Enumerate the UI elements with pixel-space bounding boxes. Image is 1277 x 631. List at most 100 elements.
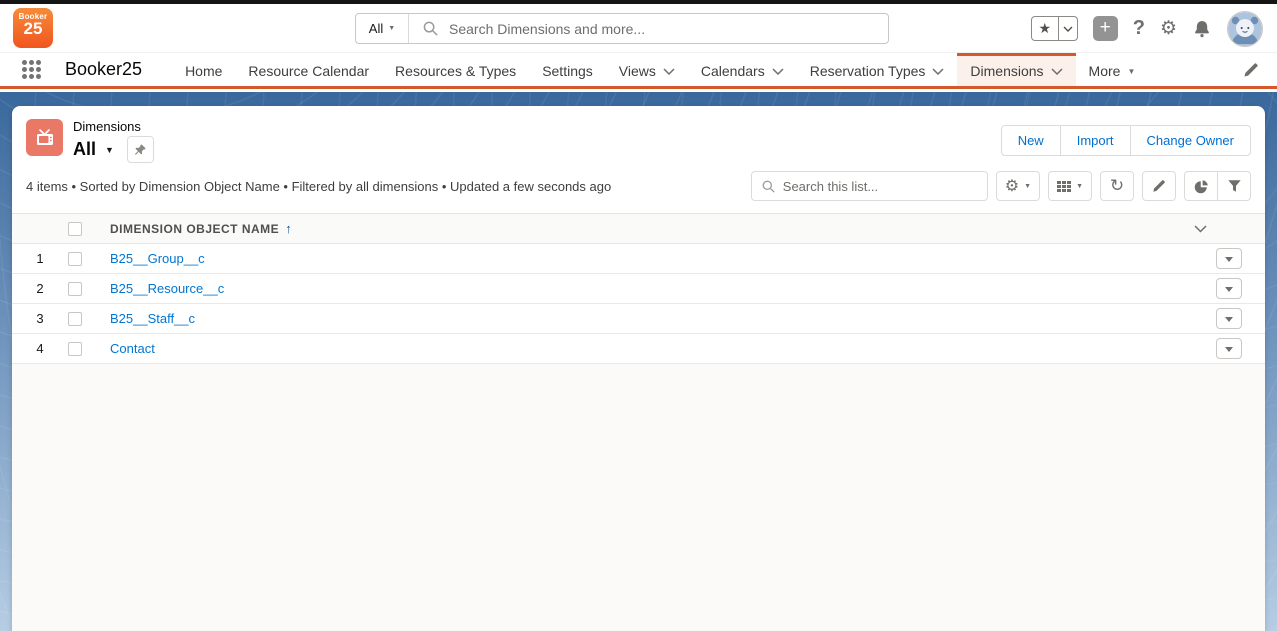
sort-ascending-icon: ↑ bbox=[285, 221, 292, 236]
favorites-chevron-icon[interactable] bbox=[1059, 17, 1077, 40]
caret-down-icon bbox=[1225, 257, 1233, 266]
pin-list-view-button[interactable] bbox=[127, 136, 154, 163]
page-background: Dimensions All ▼ New Import Chang bbox=[0, 92, 1277, 631]
row-actions-button[interactable] bbox=[1216, 248, 1242, 269]
tab-label: Settings bbox=[542, 63, 593, 79]
table-grid-icon bbox=[1057, 181, 1071, 192]
tab-more[interactable]: More ▼ bbox=[1076, 53, 1149, 86]
caret-down-icon: ▼ bbox=[1024, 183, 1031, 190]
tab-reservation-types[interactable]: Reservation Types bbox=[797, 53, 958, 86]
new-button[interactable]: New bbox=[1001, 125, 1061, 156]
refresh-icon: ↻ bbox=[1110, 176, 1124, 196]
select-all-checkbox[interactable] bbox=[68, 222, 82, 236]
filter-button[interactable] bbox=[1217, 171, 1251, 201]
global-search-input[interactable] bbox=[449, 21, 888, 37]
booker25-logo: Booker 25 bbox=[13, 8, 53, 48]
tab-home[interactable]: Home bbox=[172, 53, 235, 86]
show-charts-button[interactable] bbox=[1184, 171, 1218, 201]
row-number: 4 bbox=[12, 341, 68, 356]
list-view-card: Dimensions All ▼ New Import Chang bbox=[12, 106, 1265, 631]
dimension-link[interactable]: B25__Staff__c bbox=[110, 311, 195, 326]
tab-resources-types[interactable]: Resources & Types bbox=[382, 53, 529, 86]
row-checkbox[interactable] bbox=[68, 312, 82, 326]
row-checkbox[interactable] bbox=[68, 282, 82, 296]
row-number: 3 bbox=[12, 311, 68, 326]
import-button[interactable]: Import bbox=[1060, 125, 1131, 156]
dimension-link[interactable]: B25__Resource__c bbox=[110, 281, 224, 296]
nav-tabs: Home Resource Calendar Resources & Types… bbox=[172, 53, 1148, 86]
row-actions-button[interactable] bbox=[1216, 308, 1242, 329]
global-header: Booker 25 All ▼ ★ + ? ⚙ bbox=[0, 4, 1277, 53]
list-status-line: 4 items • Sorted by Dimension Object Nam… bbox=[26, 179, 611, 194]
search-scope-dropdown[interactable]: All ▼ bbox=[356, 14, 409, 43]
header-utilities: ★ + ? ⚙ bbox=[1031, 4, 1263, 53]
title-block: Dimensions All ▼ bbox=[73, 119, 154, 163]
refresh-button[interactable]: ↻ bbox=[1100, 171, 1134, 201]
search-icon bbox=[423, 21, 438, 36]
tab-label: Resources & Types bbox=[395, 63, 516, 79]
app-launcher-icon[interactable] bbox=[22, 60, 41, 79]
tab-dimensions[interactable]: Dimensions bbox=[957, 53, 1075, 86]
row-checkbox[interactable] bbox=[68, 252, 82, 266]
notifications-bell-icon[interactable] bbox=[1192, 19, 1212, 39]
caret-down-icon: ▼ bbox=[1076, 183, 1083, 190]
table-row: 1 B25__Group__c bbox=[12, 244, 1265, 274]
list-controls: ⚙ ▼ ▼ ↻ bbox=[751, 171, 1251, 201]
row-checkbox[interactable] bbox=[68, 342, 82, 356]
table-row: 3 B25__Staff__c bbox=[12, 304, 1265, 334]
column-header-label[interactable]: Dimension Object Name bbox=[110, 222, 279, 236]
pin-icon bbox=[133, 143, 147, 157]
filter-funnel-icon bbox=[1227, 179, 1242, 193]
list-view-header: Dimensions All ▼ New Import Chang bbox=[12, 106, 1265, 169]
object-label: Dimensions bbox=[73, 119, 154, 135]
help-icon[interactable]: ? bbox=[1133, 17, 1145, 40]
app-nav-bar: Booker25 Home Resource Calendar Resource… bbox=[0, 53, 1277, 89]
caret-down-icon: ▼ bbox=[1127, 67, 1135, 76]
dimensions-object-icon bbox=[26, 119, 63, 156]
search-icon bbox=[762, 180, 775, 193]
chevron-down-icon[interactable] bbox=[932, 68, 944, 75]
user-avatar[interactable] bbox=[1227, 11, 1263, 47]
chevron-down-icon[interactable] bbox=[772, 68, 784, 75]
tab-label: Dimensions bbox=[970, 63, 1043, 79]
row-actions-button[interactable] bbox=[1216, 338, 1242, 359]
select-all-cell bbox=[68, 222, 102, 236]
row-number: 2 bbox=[12, 281, 68, 296]
edit-nav-pencil-icon[interactable] bbox=[1243, 62, 1259, 78]
view-selector-caret-icon[interactable]: ▼ bbox=[105, 145, 114, 155]
column-actions-chevron-icon[interactable] bbox=[1194, 225, 1207, 233]
chevron-down-icon[interactable] bbox=[663, 68, 675, 75]
list-action-buttons: New Import Change Owner bbox=[1001, 125, 1251, 156]
row-actions-button[interactable] bbox=[1216, 278, 1242, 299]
setup-gear-icon[interactable]: ⚙ bbox=[1160, 17, 1177, 40]
list-search-box bbox=[751, 171, 988, 201]
chevron-down-icon[interactable] bbox=[1051, 68, 1063, 75]
tab-views[interactable]: Views bbox=[606, 53, 688, 86]
inline-edit-button[interactable] bbox=[1142, 171, 1176, 201]
quick-create-icon[interactable]: + bbox=[1093, 16, 1118, 41]
display-as-table-button[interactable]: ▼ bbox=[1048, 171, 1092, 201]
list-view-controls-button[interactable]: ⚙ ▼ bbox=[996, 171, 1040, 201]
tab-label: More bbox=[1089, 63, 1121, 79]
favorites-group: ★ bbox=[1031, 16, 1078, 41]
custom-object-tv-icon bbox=[34, 127, 56, 149]
list-view-name[interactable]: All bbox=[73, 139, 96, 160]
list-search-input[interactable] bbox=[783, 179, 977, 194]
search-field-wrap bbox=[409, 21, 888, 37]
tab-resource-calendar[interactable]: Resource Calendar bbox=[235, 53, 382, 86]
gear-icon: ⚙ bbox=[1005, 176, 1019, 196]
caret-down-icon bbox=[1225, 287, 1233, 296]
tab-calendars[interactable]: Calendars bbox=[688, 53, 797, 86]
global-search: All ▼ bbox=[355, 13, 889, 44]
favorite-star-icon[interactable]: ★ bbox=[1032, 17, 1059, 40]
dimension-link[interactable]: Contact bbox=[110, 341, 155, 356]
change-owner-button[interactable]: Change Owner bbox=[1130, 125, 1251, 156]
entity-block: Dimensions All ▼ bbox=[26, 119, 154, 163]
column-header-cell: Dimension Object Name ↑ bbox=[102, 221, 1265, 236]
avatar-astro-image bbox=[1228, 12, 1262, 46]
chart-filter-group bbox=[1184, 171, 1251, 201]
caret-down-icon bbox=[1225, 317, 1233, 326]
tab-settings[interactable]: Settings bbox=[529, 53, 606, 86]
search-scope-label: All bbox=[369, 21, 383, 36]
dimension-link[interactable]: B25__Group__c bbox=[110, 251, 205, 266]
